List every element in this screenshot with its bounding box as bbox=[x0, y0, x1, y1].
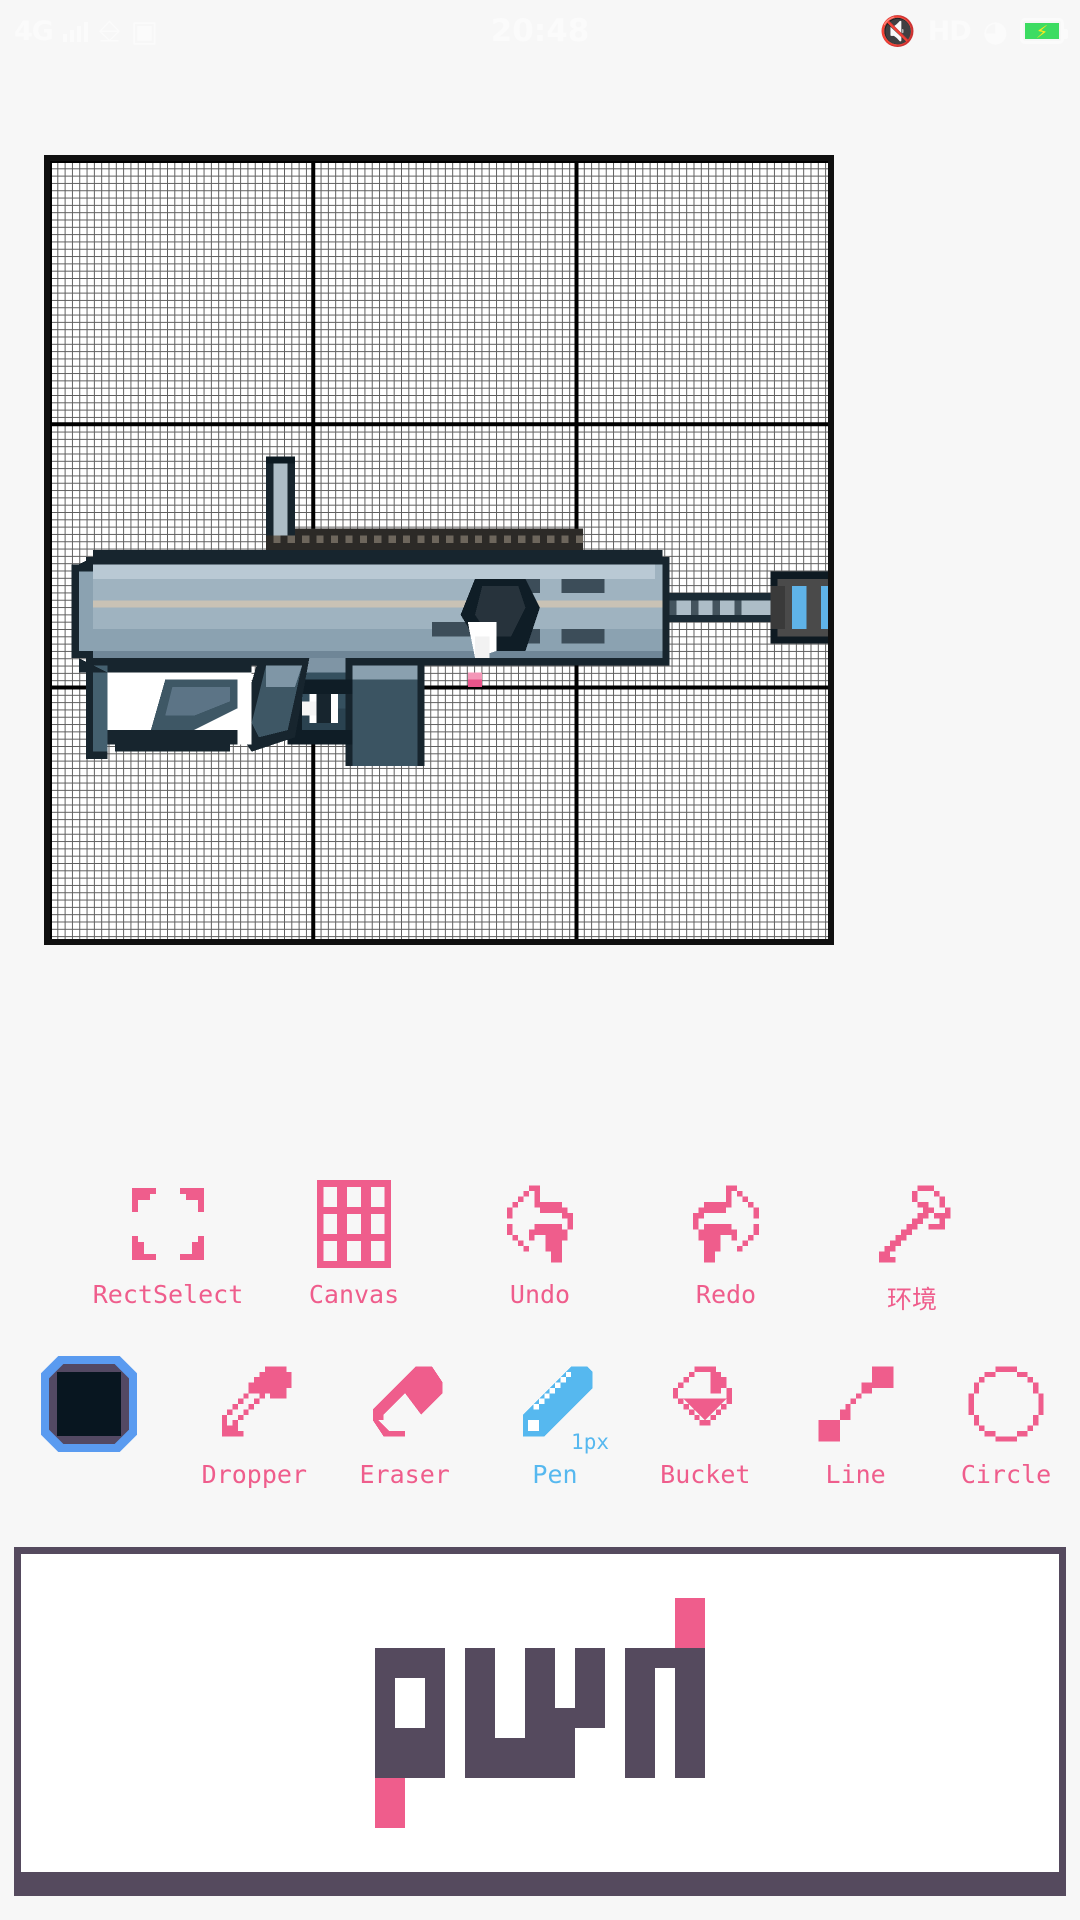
tool-undo[interactable]: Undo bbox=[480, 1178, 600, 1309]
battery-charging-icon: ⚡ bbox=[1020, 18, 1068, 44]
tool-label: Line bbox=[825, 1460, 886, 1489]
tool-label: Bucket bbox=[660, 1460, 751, 1489]
redo-arrow-icon bbox=[682, 1178, 770, 1270]
paint-bucket-icon bbox=[662, 1358, 748, 1450]
circle-tool-icon bbox=[963, 1358, 1049, 1450]
toolbar-row-tools: Dropper Eraser 1px Pen Bucket Line Circl… bbox=[0, 1356, 1080, 1489]
tool-label: 环境 bbox=[886, 1285, 937, 1314]
tool-label: Undo bbox=[509, 1280, 571, 1309]
grid-icon bbox=[316, 1178, 392, 1270]
rifle-pixel-art bbox=[50, 161, 828, 939]
clock-label: 20:48 bbox=[490, 13, 590, 49]
eyedropper-icon bbox=[211, 1358, 297, 1450]
undo-arrow-icon bbox=[496, 1178, 584, 1270]
tool-line[interactable]: Line bbox=[796, 1358, 916, 1489]
toolbar-row-primary: RectSelect Canvas Undo Redo 环境 bbox=[0, 1178, 1080, 1316]
tool-label: Eraser bbox=[359, 1460, 450, 1489]
tool-rect-select[interactable]: RectSelect bbox=[93, 1178, 243, 1309]
tool-label: Canvas bbox=[308, 1280, 400, 1309]
status-bar: 4G ⎒ ▣ 20:48 🔇 HD ◕ ⚡ bbox=[0, 0, 1080, 62]
eraser-icon bbox=[362, 1358, 448, 1450]
pixel-art-canvas[interactable] bbox=[44, 155, 834, 945]
mute-icon: 🔇 bbox=[879, 13, 916, 48]
tool-circle[interactable]: Circle bbox=[946, 1358, 1066, 1489]
push-banner[interactable] bbox=[14, 1547, 1066, 1896]
pen-size-label: 1px bbox=[571, 1430, 609, 1454]
push-logo bbox=[375, 1598, 705, 1828]
tool-label: RectSelect bbox=[92, 1280, 244, 1309]
tool-dropper[interactable]: Dropper bbox=[194, 1358, 314, 1489]
tool-label: Dropper bbox=[201, 1460, 307, 1489]
tool-color-swatch[interactable] bbox=[14, 1356, 164, 1460]
tool-bucket[interactable]: Bucket bbox=[645, 1358, 765, 1489]
status-bar-right: 🔇 HD ◕ ⚡ bbox=[879, 0, 1068, 62]
wrench-icon bbox=[868, 1178, 956, 1270]
tool-label: Circle bbox=[960, 1460, 1052, 1489]
tool-label: Redo bbox=[695, 1280, 757, 1309]
hd-label: HD bbox=[927, 15, 972, 47]
tool-pen[interactable]: 1px Pen bbox=[495, 1358, 615, 1489]
line-tool-icon bbox=[813, 1358, 899, 1450]
tool-eraser[interactable]: Eraser bbox=[345, 1358, 465, 1489]
tool-canvas[interactable]: Canvas bbox=[294, 1178, 414, 1309]
tool-redo[interactable]: Redo bbox=[666, 1178, 786, 1309]
wifi-icon: ◕ bbox=[982, 14, 1008, 48]
rect-select-icon bbox=[126, 1178, 210, 1270]
tool-settings[interactable]: 环境 bbox=[852, 1178, 972, 1316]
tool-label: Pen bbox=[532, 1460, 578, 1489]
color-swatch-icon bbox=[41, 1356, 137, 1452]
